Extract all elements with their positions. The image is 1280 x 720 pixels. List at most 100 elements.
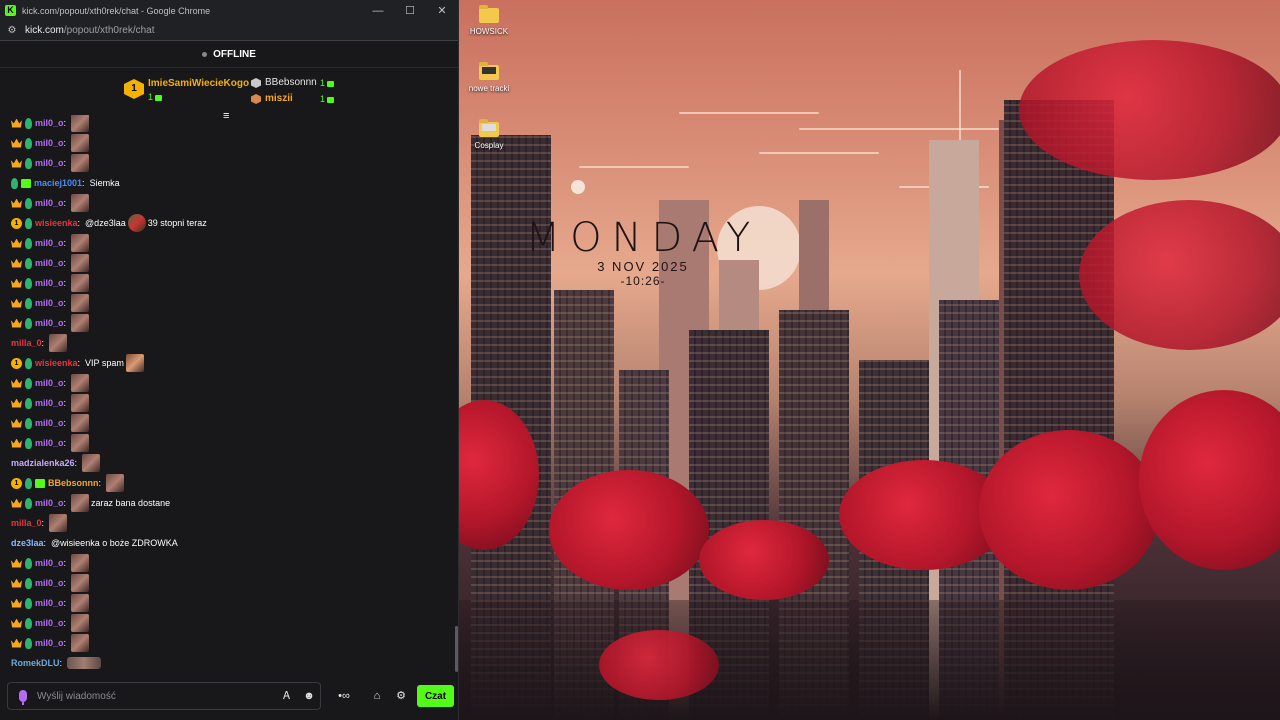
crown-badge-icon[interactable] bbox=[11, 118, 22, 128]
desktop-icon-cosplay[interactable]: Cosplay bbox=[459, 119, 519, 150]
subscriber-badge-icon[interactable] bbox=[25, 497, 32, 509]
chat-message-input[interactable] bbox=[37, 690, 276, 702]
chat-username[interactable]: mil0_o bbox=[35, 238, 64, 248]
settings-gear-icon[interactable]: ⚙ bbox=[391, 686, 411, 706]
chat-username[interactable]: mil0_o bbox=[35, 398, 64, 408]
chat-username[interactable]: mil0_o bbox=[35, 298, 64, 308]
chat-username[interactable]: mil0_o bbox=[35, 638, 64, 648]
subscriber-badge-icon[interactable] bbox=[25, 197, 32, 209]
emote-icon[interactable] bbox=[71, 115, 90, 132]
chat-username[interactable]: mil0_o bbox=[35, 418, 64, 428]
chat-username[interactable]: mil0_o bbox=[35, 578, 64, 588]
subscriber-badge-icon[interactable] bbox=[25, 417, 32, 429]
address-bar[interactable]: ⚙ kick.com /popout/xth0rek/chat bbox=[0, 21, 458, 41]
crown-badge-icon[interactable] bbox=[11, 578, 22, 588]
emote-icon[interactable] bbox=[71, 494, 90, 512]
chat-username[interactable]: RomekDLU bbox=[11, 658, 60, 668]
chat-username[interactable]: mil0_o bbox=[35, 378, 64, 388]
emote-icon[interactable] bbox=[127, 214, 146, 232]
desktop-icon-nowe-tracki[interactable]: nowe tracki bbox=[459, 62, 519, 93]
chat-username[interactable]: mil0_o bbox=[35, 118, 64, 128]
subscriber-badge-icon[interactable] bbox=[25, 317, 32, 329]
subscriber-badge-icon[interactable] bbox=[25, 577, 32, 589]
top-gifter-name[interactable]: ImieSamiWiecieKogo bbox=[148, 78, 249, 89]
chat-username[interactable]: milla_0 bbox=[11, 518, 42, 528]
subscriber-badge-icon[interactable] bbox=[25, 217, 32, 229]
chat-username[interactable]: dze3laa bbox=[11, 538, 44, 548]
emote-icon[interactable] bbox=[71, 434, 90, 452]
subscriber-badge-icon[interactable] bbox=[25, 357, 32, 369]
rank-badge-icon[interactable]: 1 bbox=[11, 477, 22, 489]
crown-badge-icon[interactable] bbox=[11, 398, 22, 408]
title-bar[interactable]: K kick.com/popout/xth0rek/chat - Google … bbox=[0, 0, 458, 21]
subscriber-badge-icon[interactable] bbox=[11, 177, 18, 189]
chat-username[interactable]: mil0_o bbox=[35, 598, 64, 608]
crown-badge-icon[interactable] bbox=[11, 198, 22, 208]
subscriber-badge-icon[interactable] bbox=[25, 237, 32, 249]
subscriber-badge-icon[interactable] bbox=[25, 617, 32, 629]
subscriber-badge-icon[interactable] bbox=[25, 117, 32, 129]
chat-scrollbar[interactable] bbox=[455, 626, 458, 672]
subscriber-badge-icon[interactable] bbox=[25, 397, 32, 409]
emote-icon[interactable] bbox=[71, 634, 90, 652]
chat-username[interactable]: mil0_o bbox=[35, 558, 64, 568]
microphone-icon[interactable] bbox=[19, 690, 27, 705]
store-icon[interactable]: ⌂ bbox=[367, 686, 387, 706]
gifter-badge-icon[interactable] bbox=[35, 478, 45, 488]
emote-icon[interactable] bbox=[82, 454, 101, 472]
emote-icon[interactable] bbox=[71, 274, 90, 292]
emote-icon[interactable] bbox=[106, 474, 125, 492]
crown-badge-icon[interactable] bbox=[11, 638, 22, 648]
emote-icon[interactable] bbox=[71, 234, 90, 252]
crown-badge-icon[interactable] bbox=[11, 278, 22, 288]
chat-username[interactable]: wisieenka bbox=[35, 218, 78, 228]
crown-badge-icon[interactable] bbox=[11, 598, 22, 608]
gifter-name[interactable]: BBebsonnn bbox=[265, 77, 317, 88]
gifter-badge-icon[interactable] bbox=[21, 178, 31, 188]
crown-badge-icon[interactable] bbox=[11, 418, 22, 428]
close-button[interactable]: ✕ bbox=[426, 4, 458, 17]
chat-username[interactable]: mil0_o bbox=[35, 198, 64, 208]
chat-username[interactable]: madzialenka26 bbox=[11, 458, 75, 468]
chat-username[interactable]: mil0_o bbox=[35, 498, 64, 508]
subscriber-badge-icon[interactable] bbox=[25, 437, 32, 449]
subscriber-badge-icon[interactable] bbox=[25, 377, 32, 389]
emote-icon[interactable] bbox=[71, 194, 90, 212]
chat-username[interactable]: mil0_o bbox=[35, 278, 64, 288]
emote-icon[interactable] bbox=[67, 657, 102, 669]
subscriber-badge-icon[interactable] bbox=[25, 597, 32, 609]
subscriber-badge-icon[interactable] bbox=[25, 477, 32, 489]
emote-icon[interactable] bbox=[71, 574, 90, 592]
emote-icon[interactable] bbox=[125, 354, 144, 372]
subscriber-badge-icon[interactable] bbox=[25, 277, 32, 289]
emote-icon[interactable] bbox=[71, 294, 90, 312]
chat-username[interactable]: wisieenka bbox=[35, 358, 78, 368]
crown-badge-icon[interactable] bbox=[11, 238, 22, 248]
subscriber-badge-icon[interactable] bbox=[25, 637, 32, 649]
chat-username[interactable]: milla_0 bbox=[11, 338, 42, 348]
crown-badge-icon[interactable] bbox=[11, 138, 22, 148]
translate-icon[interactable]: Ꭺ bbox=[276, 690, 298, 703]
subscriber-badge-icon[interactable] bbox=[25, 297, 32, 309]
crown-badge-icon[interactable] bbox=[11, 558, 22, 568]
chat-input-box[interactable]: Ꭺ ☻ bbox=[7, 682, 321, 710]
minimize-button[interactable]: — bbox=[362, 5, 394, 17]
send-chat-button[interactable]: Czat bbox=[417, 685, 454, 707]
emote-icon[interactable] bbox=[71, 374, 90, 392]
emote-icon[interactable] bbox=[71, 414, 90, 432]
emote-icon[interactable] bbox=[49, 334, 68, 352]
desktop-icon-howsick[interactable]: HOWSICK bbox=[459, 5, 519, 36]
subscriber-badge-icon[interactable] bbox=[25, 557, 32, 569]
site-info-icon[interactable]: ⚙ bbox=[5, 25, 19, 36]
chat-username[interactable]: mil0_o bbox=[35, 438, 64, 448]
chat-username[interactable]: mil0_o bbox=[35, 618, 64, 628]
emote-icon[interactable] bbox=[71, 314, 90, 332]
crown-badge-icon[interactable] bbox=[11, 158, 22, 168]
crown-badge-icon[interactable] bbox=[11, 618, 22, 628]
emote-icon[interactable] bbox=[71, 154, 90, 172]
rank-badge-icon[interactable]: 1 bbox=[11, 217, 22, 229]
rank-badge-icon[interactable]: 1 bbox=[11, 357, 22, 369]
crown-badge-icon[interactable] bbox=[11, 378, 22, 388]
maximize-button[interactable]: ☐ bbox=[394, 4, 426, 17]
emote-icon[interactable] bbox=[71, 254, 90, 272]
